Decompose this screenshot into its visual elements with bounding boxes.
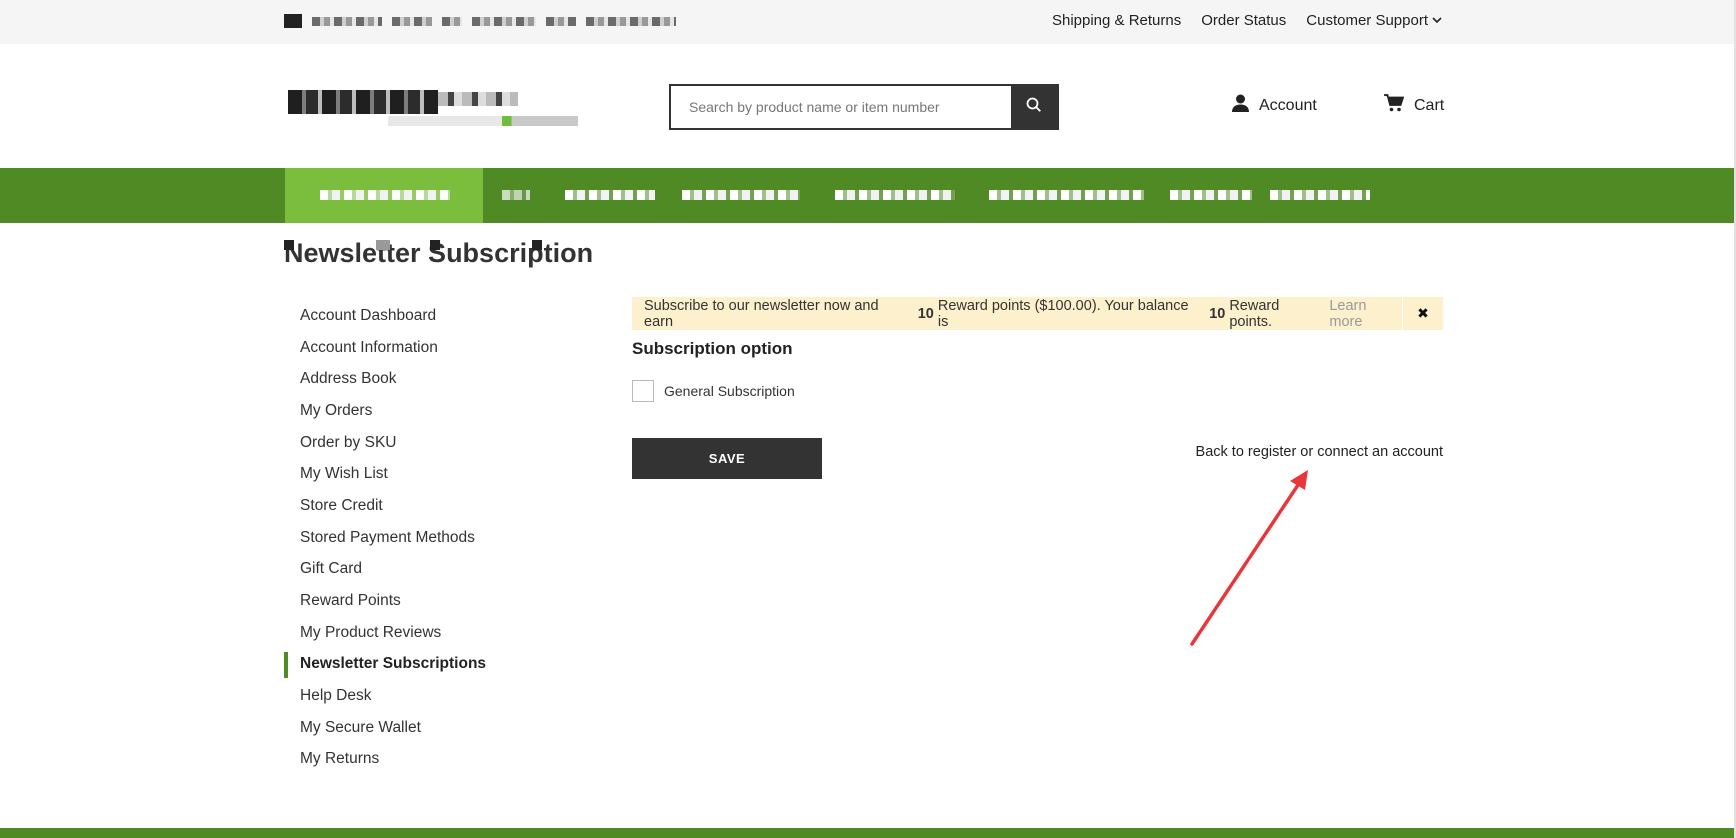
- sidebar-item-my-secure-wallet[interactable]: My Secure Wallet: [284, 712, 584, 744]
- sidebar-item-my-product-reviews[interactable]: My Product Reviews: [284, 617, 584, 649]
- nav-item-4[interactable]: [682, 190, 800, 200]
- nav-item-3[interactable]: [565, 190, 655, 200]
- sidebar-item-my-wish-list[interactable]: My Wish List: [284, 458, 584, 490]
- account-link[interactable]: Account: [1232, 94, 1317, 117]
- notice-points: 10: [917, 305, 934, 322]
- sidebar-item-reward-points[interactable]: Reward Points: [284, 585, 584, 617]
- notice-text-after: Reward points.: [1229, 297, 1280, 330]
- sidebar-item-my-orders[interactable]: My Orders: [284, 395, 584, 427]
- customer-support-label: Customer Support: [1306, 12, 1428, 29]
- store-logo[interactable]: [288, 84, 578, 128]
- cart-label: Cart: [1414, 96, 1445, 114]
- sidebar-item-account-information[interactable]: Account Information: [284, 332, 584, 364]
- sidebar-item-newsletter-subscriptions[interactable]: Newsletter Subscriptions: [284, 649, 584, 681]
- sidebar-item-my-returns[interactable]: My Returns: [284, 744, 584, 776]
- nav-item-2[interactable]: [502, 190, 530, 200]
- back-to-register-link[interactable]: Back to register or connect an account: [1196, 444, 1443, 460]
- sidebar-item-stored-payment-methods[interactable]: Stored Payment Methods: [284, 522, 584, 554]
- user-icon: [1232, 94, 1249, 117]
- order-status-link[interactable]: Order Status: [1201, 12, 1286, 29]
- top-utility-bar: Shipping & Returns Order Status Customer…: [0, 0, 1736, 44]
- nav-item-5[interactable]: [835, 190, 955, 200]
- sidebar-item-address-book[interactable]: Address Book: [284, 363, 584, 395]
- shipping-returns-link[interactable]: Shipping & Returns: [1052, 12, 1181, 29]
- site-header: Account Cart: [0, 44, 1736, 168]
- general-subscription-option: General Subscription: [632, 380, 795, 402]
- close-icon[interactable]: ✖: [1403, 297, 1443, 330]
- search-input[interactable]: [671, 86, 1011, 128]
- notice-balance: 10: [1209, 305, 1226, 322]
- sidebar-item-gift-card[interactable]: Gift Card: [284, 554, 584, 586]
- search-box: [669, 84, 1059, 130]
- nav-item-8[interactable]: [1270, 190, 1370, 200]
- promo-text-blurred: [284, 14, 676, 28]
- footer-bar: [0, 828, 1736, 838]
- title-artifacts: [284, 240, 550, 250]
- chevron-down-icon: [1432, 16, 1442, 27]
- nav-item-6[interactable]: [989, 190, 1144, 200]
- notice-text-before: Subscribe to our newsletter now and earn: [644, 297, 879, 330]
- nav-item-1[interactable]: [320, 190, 450, 200]
- sidebar-item-account-dashboard[interactable]: Account Dashboard: [284, 300, 584, 332]
- general-subscription-label[interactable]: General Subscription: [664, 383, 795, 399]
- customer-support-menu[interactable]: Customer Support: [1306, 12, 1442, 29]
- account-sidebar: Account Dashboard Account Information Ad…: [284, 300, 584, 775]
- reward-notice: Subscribe to our newsletter now and earn…: [632, 297, 1403, 330]
- save-button[interactable]: SAVE: [632, 438, 822, 479]
- sidebar-item-order-by-sku[interactable]: Order by SKU: [284, 427, 584, 459]
- search-button[interactable]: [1011, 86, 1057, 128]
- general-subscription-checkbox[interactable]: [632, 380, 654, 402]
- notice-text-middle: Reward points ($100.00). Your balance is: [937, 297, 1189, 330]
- subscription-heading: Subscription option: [632, 339, 793, 358]
- learn-more-link[interactable]: Learn more: [1329, 298, 1403, 330]
- nav-item-7[interactable]: [1170, 190, 1252, 200]
- utility-links: Shipping & Returns Order Status Customer…: [1052, 12, 1442, 29]
- sidebar-item-help-desk[interactable]: Help Desk: [284, 680, 584, 712]
- main-nav: [0, 168, 1736, 223]
- sidebar-item-store-credit[interactable]: Store Credit: [284, 490, 584, 522]
- cart-icon: [1384, 94, 1405, 117]
- cart-link[interactable]: Cart: [1384, 94, 1444, 117]
- search-icon: [1026, 97, 1042, 118]
- account-label: Account: [1259, 96, 1317, 114]
